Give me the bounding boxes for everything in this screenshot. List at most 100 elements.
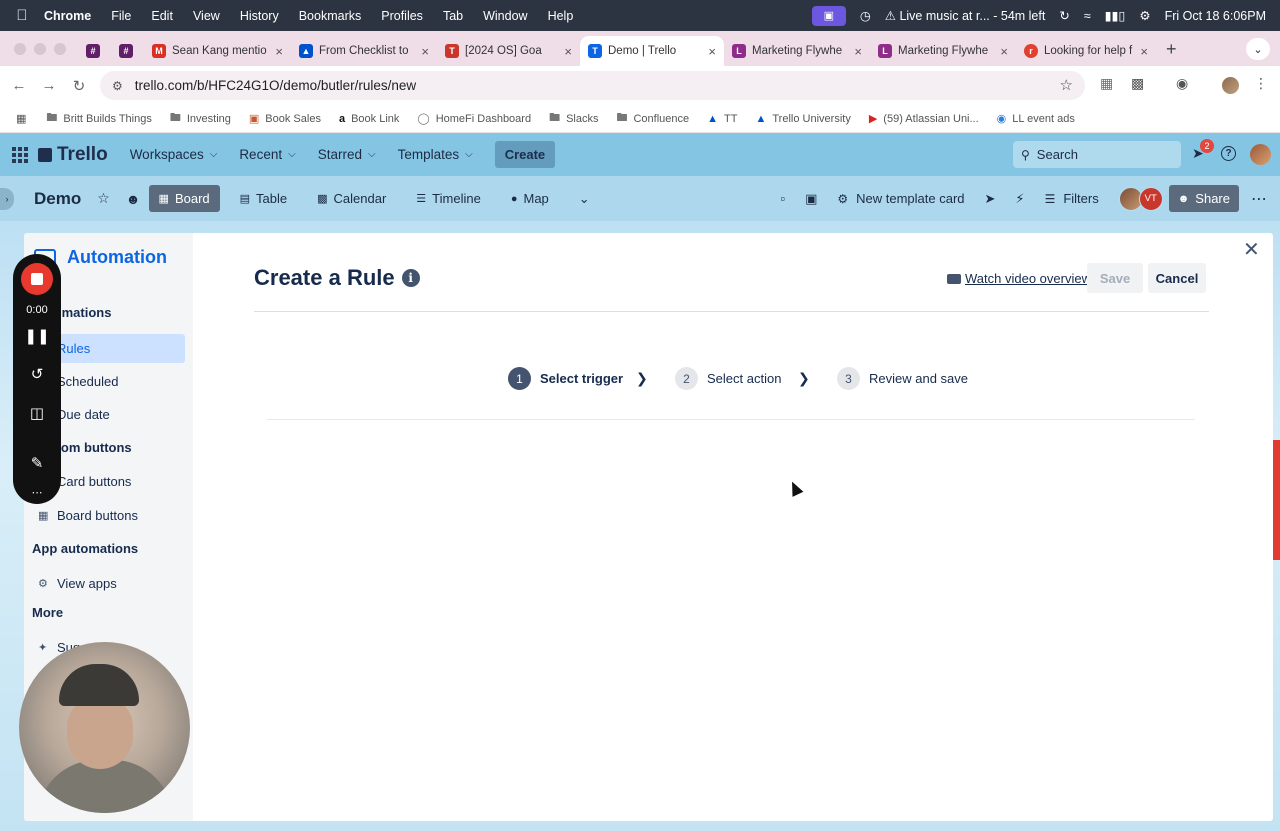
bookmark-item[interactable]: 🖿 Confluence [616,109,689,128]
view-calendar[interactable]: ▩ Calendar [313,185,396,212]
nav-workspaces[interactable]: Workspaces ⌵ [130,147,218,162]
stop-recording-button[interactable] [21,263,53,295]
browser-tab[interactable]: M Sean Kang mentio × [144,36,291,66]
close-tab-icon[interactable]: × [1000,44,1008,59]
close-tab-icon[interactable]: × [275,44,283,59]
pause-icon[interactable]: ❚❚ [13,327,61,345]
close-tab-icon[interactable]: × [708,44,716,59]
address-bar[interactable]: ⚙ trello.com/b/HFC24G1O/demo/butler/rule… [100,71,1085,100]
menu-edit[interactable]: Edit [151,9,173,23]
visibility-icon[interactable]: ☻ [126,191,141,207]
control-center-icon[interactable]: ⚙ [1139,8,1150,23]
new-template-card-button[interactable]: ⚙ New template card [837,191,964,206]
browser-tab[interactable]: r Looking for help f × [1016,36,1156,66]
browser-tab[interactable]: # [111,36,144,66]
back-icon[interactable]: ← [4,77,34,94]
search-input[interactable]: ⚲ Search [1013,141,1181,168]
apps-grid-icon[interactable]: ▦ [16,112,26,125]
extensions-puzzle-icon[interactable]: ▩ [1131,75,1144,92]
nav-starred[interactable]: Starred ⌵ [318,147,376,162]
more-options-icon[interactable]: ⋯ [13,486,61,499]
browser-tab[interactable]: L Marketing Flywhe × [870,36,1016,66]
minimize-window-icon[interactable] [34,43,46,55]
menu-help[interactable]: Help [548,9,574,23]
battery-icon[interactable]: ▮▮▯ [1105,8,1126,23]
close-icon[interactable]: ✕ [1243,237,1260,262]
extension-capture-icon[interactable]: ◉ [1176,75,1188,92]
bookmark-item[interactable]: ◉ LL event ads [997,112,1075,126]
expand-sidebar-chevron-icon[interactable]: › [0,187,14,210]
apple-icon[interactable]:  [0,7,44,24]
board-members[interactable]: VT [1118,186,1163,211]
filters-button[interactable]: ☰ Filters [1045,191,1099,206]
live-activity-status[interactable]: ⚠ Live music at r... - 54m left [885,8,1046,23]
nav-templates[interactable]: Templates ⌵ [398,147,473,162]
save-button[interactable]: Save [1087,263,1143,293]
wifi-icon[interactable]: ≈ [1084,9,1091,23]
menu-file[interactable]: File [111,9,131,23]
browser-menu-icon[interactable]: ⋮ [1254,75,1268,92]
reload-icon[interactable]: ↻ [64,77,94,95]
account-avatar[interactable] [1250,144,1271,165]
pencil-icon[interactable]: ✎ [13,454,61,472]
step-select-trigger[interactable]: 1 Select trigger [508,367,623,390]
avatar-initials[interactable]: VT [1138,186,1163,211]
view-timeline[interactable]: ☰ Timeline [412,185,491,212]
board-name[interactable]: Demo [34,189,81,209]
menu-view[interactable]: View [193,9,220,23]
create-button[interactable]: Create [494,141,556,168]
info-icon[interactable]: i [401,269,420,287]
close-tab-icon[interactable]: × [564,44,572,59]
power-up-icon[interactable]: ▫ [780,191,785,206]
sidebar-item-view-apps[interactable]: ⚙ View apps [38,569,117,598]
bookmark-item[interactable]: ▶ (59) Atlassian Uni... [869,112,979,126]
more-views-chevron-icon[interactable]: ⌄ [575,185,600,213]
step-select-action[interactable]: 2 Select action [675,367,781,390]
automation-lightning-icon[interactable]: ⚡ [1015,191,1024,207]
view-board[interactable]: ▦ Board [148,185,220,212]
close-window-icon[interactable] [14,43,26,55]
site-info-icon[interactable]: ⚙ [112,79,123,93]
app-switcher-icon[interactable] [12,146,28,163]
browser-tab[interactable]: # [78,36,111,66]
close-tab-icon[interactable]: × [1140,44,1148,59]
menu-profiles[interactable]: Profiles [381,9,423,23]
star-board-icon[interactable]: ☆ [97,190,110,207]
clock-icon[interactable]: ◷ [860,8,871,23]
profile-avatar[interactable] [1222,77,1239,94]
tab-search-chevron-icon[interactable]: ⌄ [1246,38,1270,60]
menu-tab[interactable]: Tab [443,9,463,23]
bookmark-item[interactable]: ◯ HomeFi Dashboard [417,112,531,126]
close-tab-icon[interactable]: × [854,44,862,59]
menubar-datetime[interactable]: Fri Oct 18 6:06PM [1165,9,1266,23]
menu-app-name[interactable]: Chrome [44,9,91,23]
rotate-icon[interactable]: ↻ [1059,8,1069,23]
share-button[interactable]: ☻ Share [1168,185,1239,212]
view-map[interactable]: ● Map [507,185,559,212]
zoom-window-icon[interactable] [54,43,66,55]
watch-video-link[interactable]: Watch video overview [947,271,1091,286]
help-icon[interactable]: ? [1221,146,1236,161]
bookmark-item[interactable]: ▲ TT [707,113,737,125]
menu-window[interactable]: Window [483,9,527,23]
forward-icon[interactable]: → [34,77,64,94]
screen-record-icon[interactable]: ▣ [811,5,846,26]
browser-tab-active[interactable]: T Demo | Trello × [580,36,724,66]
more-options-icon[interactable]: ⋯ [1251,189,1268,209]
browser-tab[interactable]: T [2024 OS] Goa × [437,36,580,66]
step-review-and-save[interactable]: 3 Review and save [837,367,968,390]
browser-tab[interactable]: ▲ From Checklist to × [291,36,437,66]
close-tab-icon[interactable]: × [421,44,429,59]
bookmark-star-icon[interactable]: ☆ [1060,76,1073,94]
menu-history[interactable]: History [240,9,279,23]
trash-icon[interactable]: ◫ [13,404,61,422]
restart-icon[interactable]: ↺ [13,365,61,383]
bookmark-item[interactable]: ▣ Book Sales [249,112,321,126]
bookmark-item[interactable]: 🖿 Slacks [549,109,598,128]
trello-logo[interactable]: Trello [38,144,108,166]
bookmark-item[interactable]: 🖿 Britt Builds Things [46,109,151,128]
view-table[interactable]: ▤ Table [236,185,297,212]
webcam-bubble[interactable] [19,642,190,813]
bookmark-item[interactable]: a Book Link [339,113,399,125]
nav-recent[interactable]: Recent ⌵ [239,147,295,162]
